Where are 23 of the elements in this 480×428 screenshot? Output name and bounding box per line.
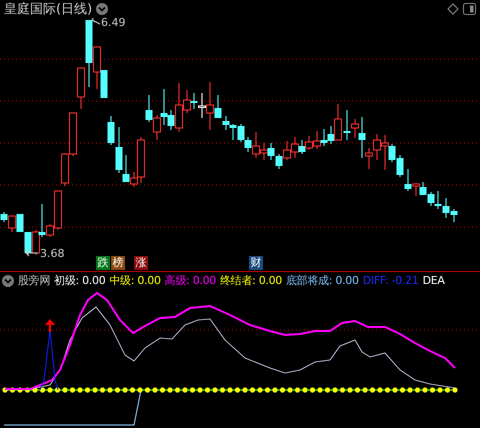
spike-line: [40, 330, 58, 390]
indicator-name: 股旁网: [18, 273, 50, 288]
up-arrow-icon: [45, 319, 55, 332]
indicator-value: 中级: 0.00: [109, 273, 161, 288]
event-badge[interactable]: 跌: [96, 256, 110, 270]
low-price-label: 3.68: [40, 248, 64, 260]
event-badge[interactable]: 涨: [134, 256, 148, 270]
pointer-arrow-icon: [26, 250, 38, 256]
indicator-value: DEA: [422, 274, 445, 287]
indicator-value: DIFF: -0.21: [362, 274, 419, 287]
chevron-down-icon[interactable]: [96, 3, 108, 15]
event-badge[interactable]: 财: [249, 256, 263, 270]
indicator-value: 高级: 0.00: [164, 273, 216, 288]
diamond-icon[interactable]: [447, 3, 459, 15]
panel-toggle-icon[interactable]: [463, 3, 476, 15]
stock-title: 皇庭国际(日线): [4, 1, 92, 18]
pointer-arrow-icon: [92, 18, 100, 24]
indicator-value: 底部将成: 0.00: [286, 273, 359, 288]
chevron-down-icon[interactable]: [2, 274, 14, 286]
high-price-label: 6.49: [101, 17, 126, 29]
indicator-value: 终结者: 0.00: [220, 273, 282, 288]
event-badge[interactable]: 榜: [111, 256, 125, 270]
indicator-value: 初级: 0.00: [54, 273, 106, 288]
